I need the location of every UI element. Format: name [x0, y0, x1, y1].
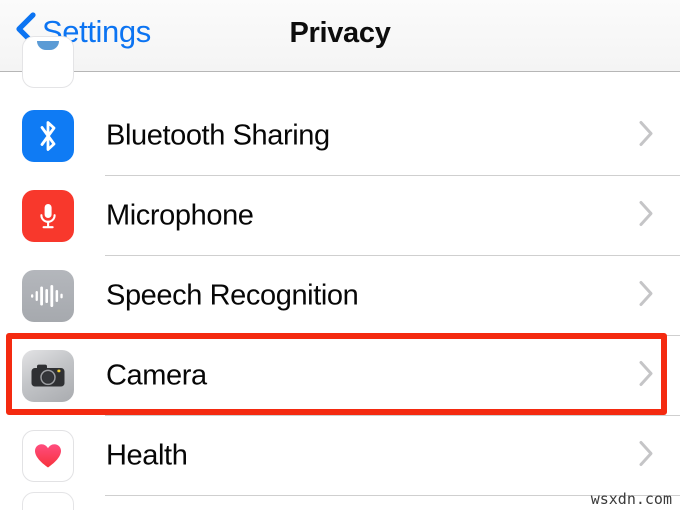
- speech-waveform-icon: [22, 270, 74, 322]
- partial-icon-detail: [37, 41, 59, 50]
- chevron-right-icon: [638, 280, 654, 313]
- list-item-label: Speech Recognition: [106, 279, 359, 312]
- iphone-settings-screen: Settings Privacy Bluetooth Sharing Micro…: [0, 0, 680, 510]
- bluetooth-icon: [22, 110, 74, 162]
- list-item-label: Bluetooth Sharing: [106, 119, 330, 152]
- page-title: Privacy: [289, 17, 391, 49]
- list-item-label: Microphone: [106, 199, 254, 232]
- microphone-icon: [22, 190, 74, 242]
- list-item-bluetooth-sharing[interactable]: Bluetooth Sharing: [0, 96, 680, 176]
- list-item-microphone[interactable]: Microphone: [0, 176, 680, 256]
- list-item-label: Health: [106, 439, 188, 472]
- chevron-right-icon: [638, 360, 654, 393]
- camera-icon: [22, 350, 74, 402]
- navigation-bar: Settings Privacy: [0, 0, 680, 72]
- list-item-label: Camera: [106, 359, 207, 392]
- app-icon-partial-bottom: [22, 492, 74, 510]
- list-item-speech-recognition[interactable]: Speech Recognition: [0, 256, 680, 336]
- list-item-health[interactable]: Health: [0, 416, 680, 496]
- chevron-right-icon: [638, 440, 654, 473]
- watermark: wsxdn.com: [590, 490, 672, 508]
- chevron-right-icon: [638, 120, 654, 153]
- app-icon-partial-top: [22, 36, 74, 88]
- heart-icon: [22, 430, 74, 482]
- privacy-settings-list: Bluetooth Sharing Microphone Speech Reco…: [0, 36, 680, 510]
- list-item-camera[interactable]: Camera: [0, 336, 680, 416]
- chevron-right-icon: [638, 200, 654, 233]
